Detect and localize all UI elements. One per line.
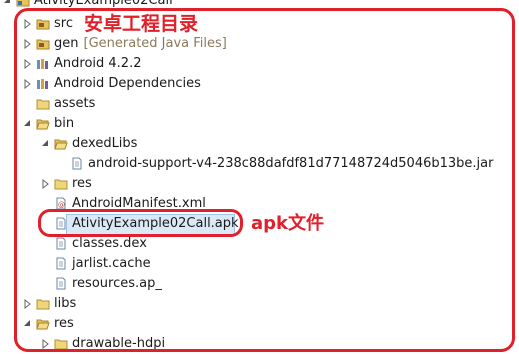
expanded-triangle-icon[interactable]	[2, 0, 12, 6]
project-explorer: AtivityExample02Call src gen [Generated …	[0, 0, 519, 354]
apk-annotation-box	[38, 209, 243, 237]
project-folder-icon	[16, 0, 30, 7]
apk-annotation-label: apk文件	[251, 213, 325, 234]
project-directory-annotation-label: 安卓工程目录	[84, 13, 199, 35]
project-directory-annotation-box	[14, 8, 515, 352]
